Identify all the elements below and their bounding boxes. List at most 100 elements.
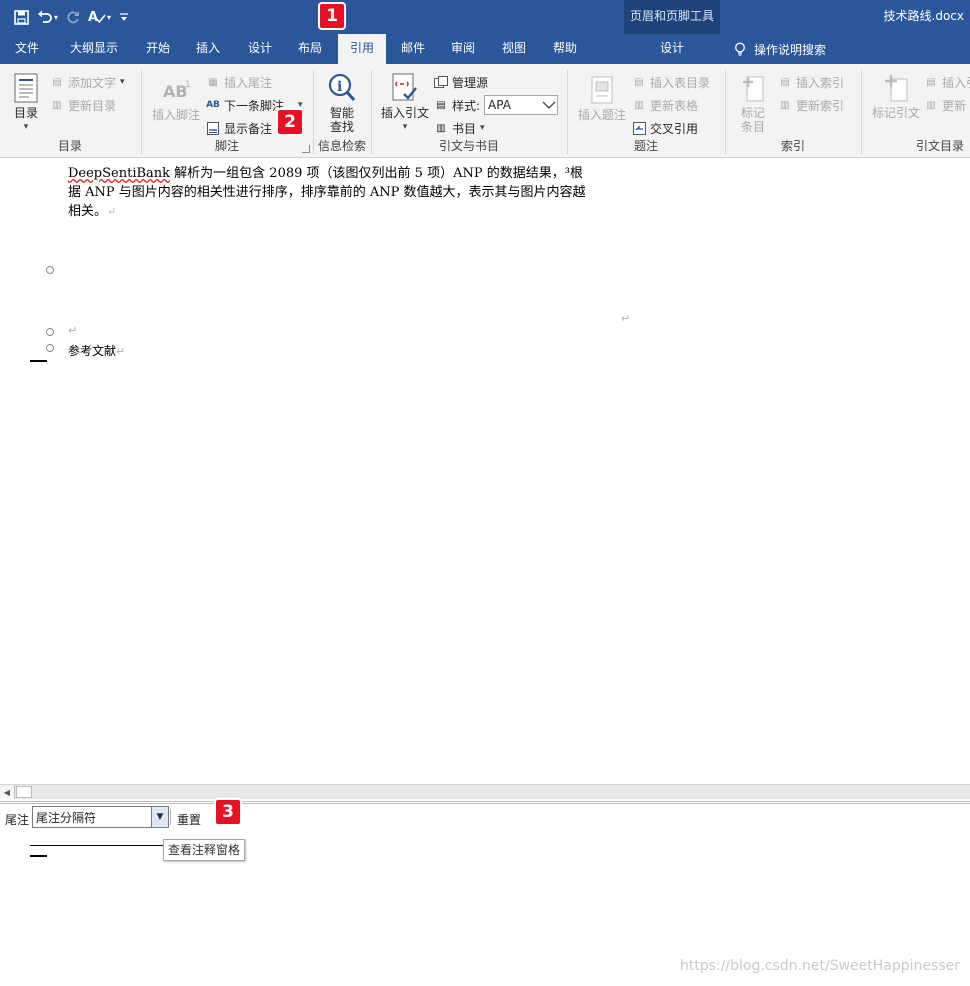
insert-citation-button[interactable]: 插入引文 ▾ bbox=[378, 72, 432, 134]
update-table-label: 更新表格 bbox=[650, 98, 699, 113]
paragraph-mark: ↵ bbox=[107, 205, 117, 218]
tab-help[interactable]: 帮助 bbox=[543, 34, 587, 64]
save-icon[interactable] bbox=[14, 6, 29, 28]
bibliography-label: 书目 bbox=[452, 121, 477, 136]
group-table-of-authorities: 标记引文 ▤ 插入引 ▥ 更新 引文目录 bbox=[862, 68, 970, 156]
style-icon: ▤ bbox=[436, 99, 446, 111]
group-citations: 插入引文 ▾ 管理源 ▤ 样式: APA ▥ 书目 ▾ 引文与书目 bbox=[372, 68, 566, 156]
reset-button[interactable]: 重置 bbox=[177, 811, 201, 828]
table-of-figures-icon: ▤ bbox=[634, 76, 644, 88]
bibliography-icon: ▥ bbox=[436, 122, 446, 134]
watermark: https://blog.csdn.net/SweetHappinesser bbox=[679, 958, 960, 974]
style-label: 样式: bbox=[452, 98, 481, 113]
manage-sources-button[interactable]: 管理源 bbox=[434, 72, 488, 92]
group-label-toa: 引文目录 bbox=[915, 139, 964, 153]
insert-table-of-figures-button[interactable]: ▤ 插入表目录 bbox=[632, 72, 710, 92]
document-canvas[interactable]: DeepSentiBank 解析为一组包含 2089 项（该图仅列出前 5 项）… bbox=[0, 158, 970, 785]
tab-header-footer-design[interactable]: 设计 bbox=[624, 34, 720, 64]
update-table-button[interactable]: ▥ 更新表格 bbox=[632, 95, 698, 115]
scrollbar-thumb[interactable] bbox=[16, 786, 32, 798]
redo-icon[interactable] bbox=[66, 6, 80, 28]
svg-text:A: A bbox=[88, 10, 98, 25]
toolbar-divider bbox=[170, 809, 171, 825]
misspelled-word[interactable]: DeepSentiBank bbox=[68, 166, 170, 181]
body-paragraph[interactable]: DeepSentiBank 解析为一组包含 2089 项（该图仅列出前 5 项）… bbox=[68, 164, 588, 221]
tab-insert[interactable]: 插入 bbox=[186, 34, 230, 64]
cross-reference-button[interactable]: 交叉引用 bbox=[632, 118, 698, 138]
insert-caption-label: 插入题注 bbox=[577, 108, 626, 122]
insert-endnote-label: 插入尾注 bbox=[224, 75, 273, 90]
mark-entry-label-1: 标记 bbox=[740, 106, 765, 120]
mark-citation-icon bbox=[881, 72, 911, 104]
add-text-button[interactable]: ▤ 添加文字 ▾ bbox=[50, 72, 125, 92]
tab-view[interactable]: 视图 bbox=[492, 34, 536, 64]
spelling-dropdown-icon[interactable]: ▾ bbox=[107, 13, 111, 22]
scroll-left-icon[interactable]: ◀ bbox=[0, 785, 15, 799]
lightbulb-icon bbox=[735, 42, 745, 56]
notes-pane-splitter[interactable] bbox=[0, 801, 970, 804]
mark-citation-button[interactable]: 标记引文 bbox=[866, 72, 926, 120]
section-marker bbox=[30, 855, 47, 857]
customize-qat-icon[interactable] bbox=[119, 6, 129, 28]
tab-home[interactable]: 开始 bbox=[136, 34, 180, 64]
tell-me-label: 操作说明搜索 bbox=[754, 42, 827, 57]
insert-endnote-button[interactable]: ▦ 插入尾注 bbox=[206, 72, 272, 92]
citation-style-select[interactable]: APA bbox=[484, 95, 559, 115]
paragraph-bullet bbox=[46, 344, 54, 352]
insert-toa-icon: ▤ bbox=[926, 76, 936, 88]
tab-outline[interactable]: 大纲显示 bbox=[58, 34, 130, 64]
notes-view-select[interactable]: 尾注分隔符 ▼ bbox=[32, 806, 169, 828]
contextual-tool-label: 页眉和页脚工具 bbox=[629, 9, 714, 23]
horizontal-scrollbar[interactable]: ◀ bbox=[0, 784, 970, 799]
group-label-research: 信息检索 bbox=[317, 139, 366, 153]
footnote-ab-icon: AB 1 bbox=[161, 74, 191, 106]
update-index-label: 更新索引 bbox=[796, 98, 845, 113]
insert-index-button[interactable]: ▤ 插入索引 bbox=[778, 72, 844, 92]
smart-lookup-button[interactable]: i 智能 查找 bbox=[318, 72, 366, 134]
tell-me-search[interactable]: 操作说明搜索 bbox=[734, 40, 826, 58]
bibliography-button[interactable]: ▥ 书目 ▾ bbox=[434, 118, 485, 138]
update-toa-button[interactable]: ▥ 更新 bbox=[924, 95, 966, 115]
group-label-captions: 题注 bbox=[633, 139, 658, 153]
undo-dropdown-icon[interactable]: ▾ bbox=[54, 13, 58, 22]
title-bar: ▾ A ▾ 页眉和页脚工具 技术路线.docx bbox=[0, 0, 970, 64]
insert-caption-button[interactable]: 插入题注 bbox=[574, 74, 630, 122]
paragraph-bullet bbox=[46, 328, 54, 336]
group-toc: 目录 ▾ ▤ 添加文字 ▾ ▥ 更新目录 目录 bbox=[0, 68, 140, 156]
tab-layout[interactable]: 布局 bbox=[288, 34, 332, 64]
tab-review[interactable]: 审阅 bbox=[441, 34, 485, 64]
tab-file[interactable]: 文件 bbox=[0, 34, 54, 64]
bibliography-dropdown-icon: ▾ bbox=[480, 123, 485, 133]
notes-pane-toolbar: 尾注 尾注分隔符 ▼ 重置 bbox=[0, 805, 970, 833]
insert-footnote-button[interactable]: AB 1 插入脚注 bbox=[148, 74, 204, 122]
mark-entry-button[interactable]: 标记 条目 bbox=[730, 72, 776, 134]
ribbon-references: 目录 ▾ ▤ 添加文字 ▾ ▥ 更新目录 目录 AB 1 插入脚注 ▦ 插入尾注… bbox=[0, 64, 970, 158]
group-label-footnotes: 脚注 bbox=[214, 139, 239, 153]
toc-button[interactable]: 目录 ▾ bbox=[8, 72, 44, 134]
word-window: ▾ A ▾ 页眉和页脚工具 技术路线.docx 文件 大纲显示 开始 插入 设计… bbox=[0, 0, 970, 986]
group-captions: 插入题注 ▤ 插入表目录 ▥ 更新表格 交叉引用 题注 bbox=[568, 68, 724, 156]
undo-icon[interactable]: ▾ bbox=[37, 6, 58, 28]
tab-mailings[interactable]: 邮件 bbox=[391, 34, 435, 64]
callout-badge-1: 1 bbox=[318, 2, 346, 30]
insert-table-of-figures-label: 插入表目录 bbox=[650, 75, 711, 90]
manage-sources-label: 管理源 bbox=[452, 75, 489, 90]
update-index-button[interactable]: ▥ 更新索引 bbox=[778, 95, 844, 115]
toc-dropdown-icon: ▾ bbox=[23, 122, 29, 132]
show-notes-button[interactable]: 显示备注 bbox=[206, 118, 272, 138]
tab-design[interactable]: 设计 bbox=[238, 34, 282, 64]
chevron-down-icon[interactable]: ▼ bbox=[151, 807, 168, 827]
references-heading-text: 参考文献 bbox=[68, 344, 117, 358]
insert-citation-dropdown-icon: ▾ bbox=[402, 122, 408, 132]
update-toa-label: 更新 bbox=[942, 98, 967, 113]
tab-references[interactable]: 引用 bbox=[338, 34, 386, 64]
show-notes-label: 显示备注 bbox=[224, 121, 273, 136]
references-heading[interactable]: 参考文献↵ bbox=[68, 342, 125, 359]
update-toc-button[interactable]: ▥ 更新目录 bbox=[50, 95, 116, 115]
endnote-separator-line bbox=[30, 845, 164, 846]
add-text-dropdown-icon: ▾ bbox=[120, 77, 125, 87]
document-title: 技术路线.docx bbox=[883, 9, 964, 23]
update-toa-icon: ▥ bbox=[926, 99, 936, 111]
spelling-grammar-icon[interactable]: A ▾ bbox=[88, 6, 111, 28]
insert-toa-button[interactable]: ▤ 插入引 bbox=[924, 72, 970, 92]
